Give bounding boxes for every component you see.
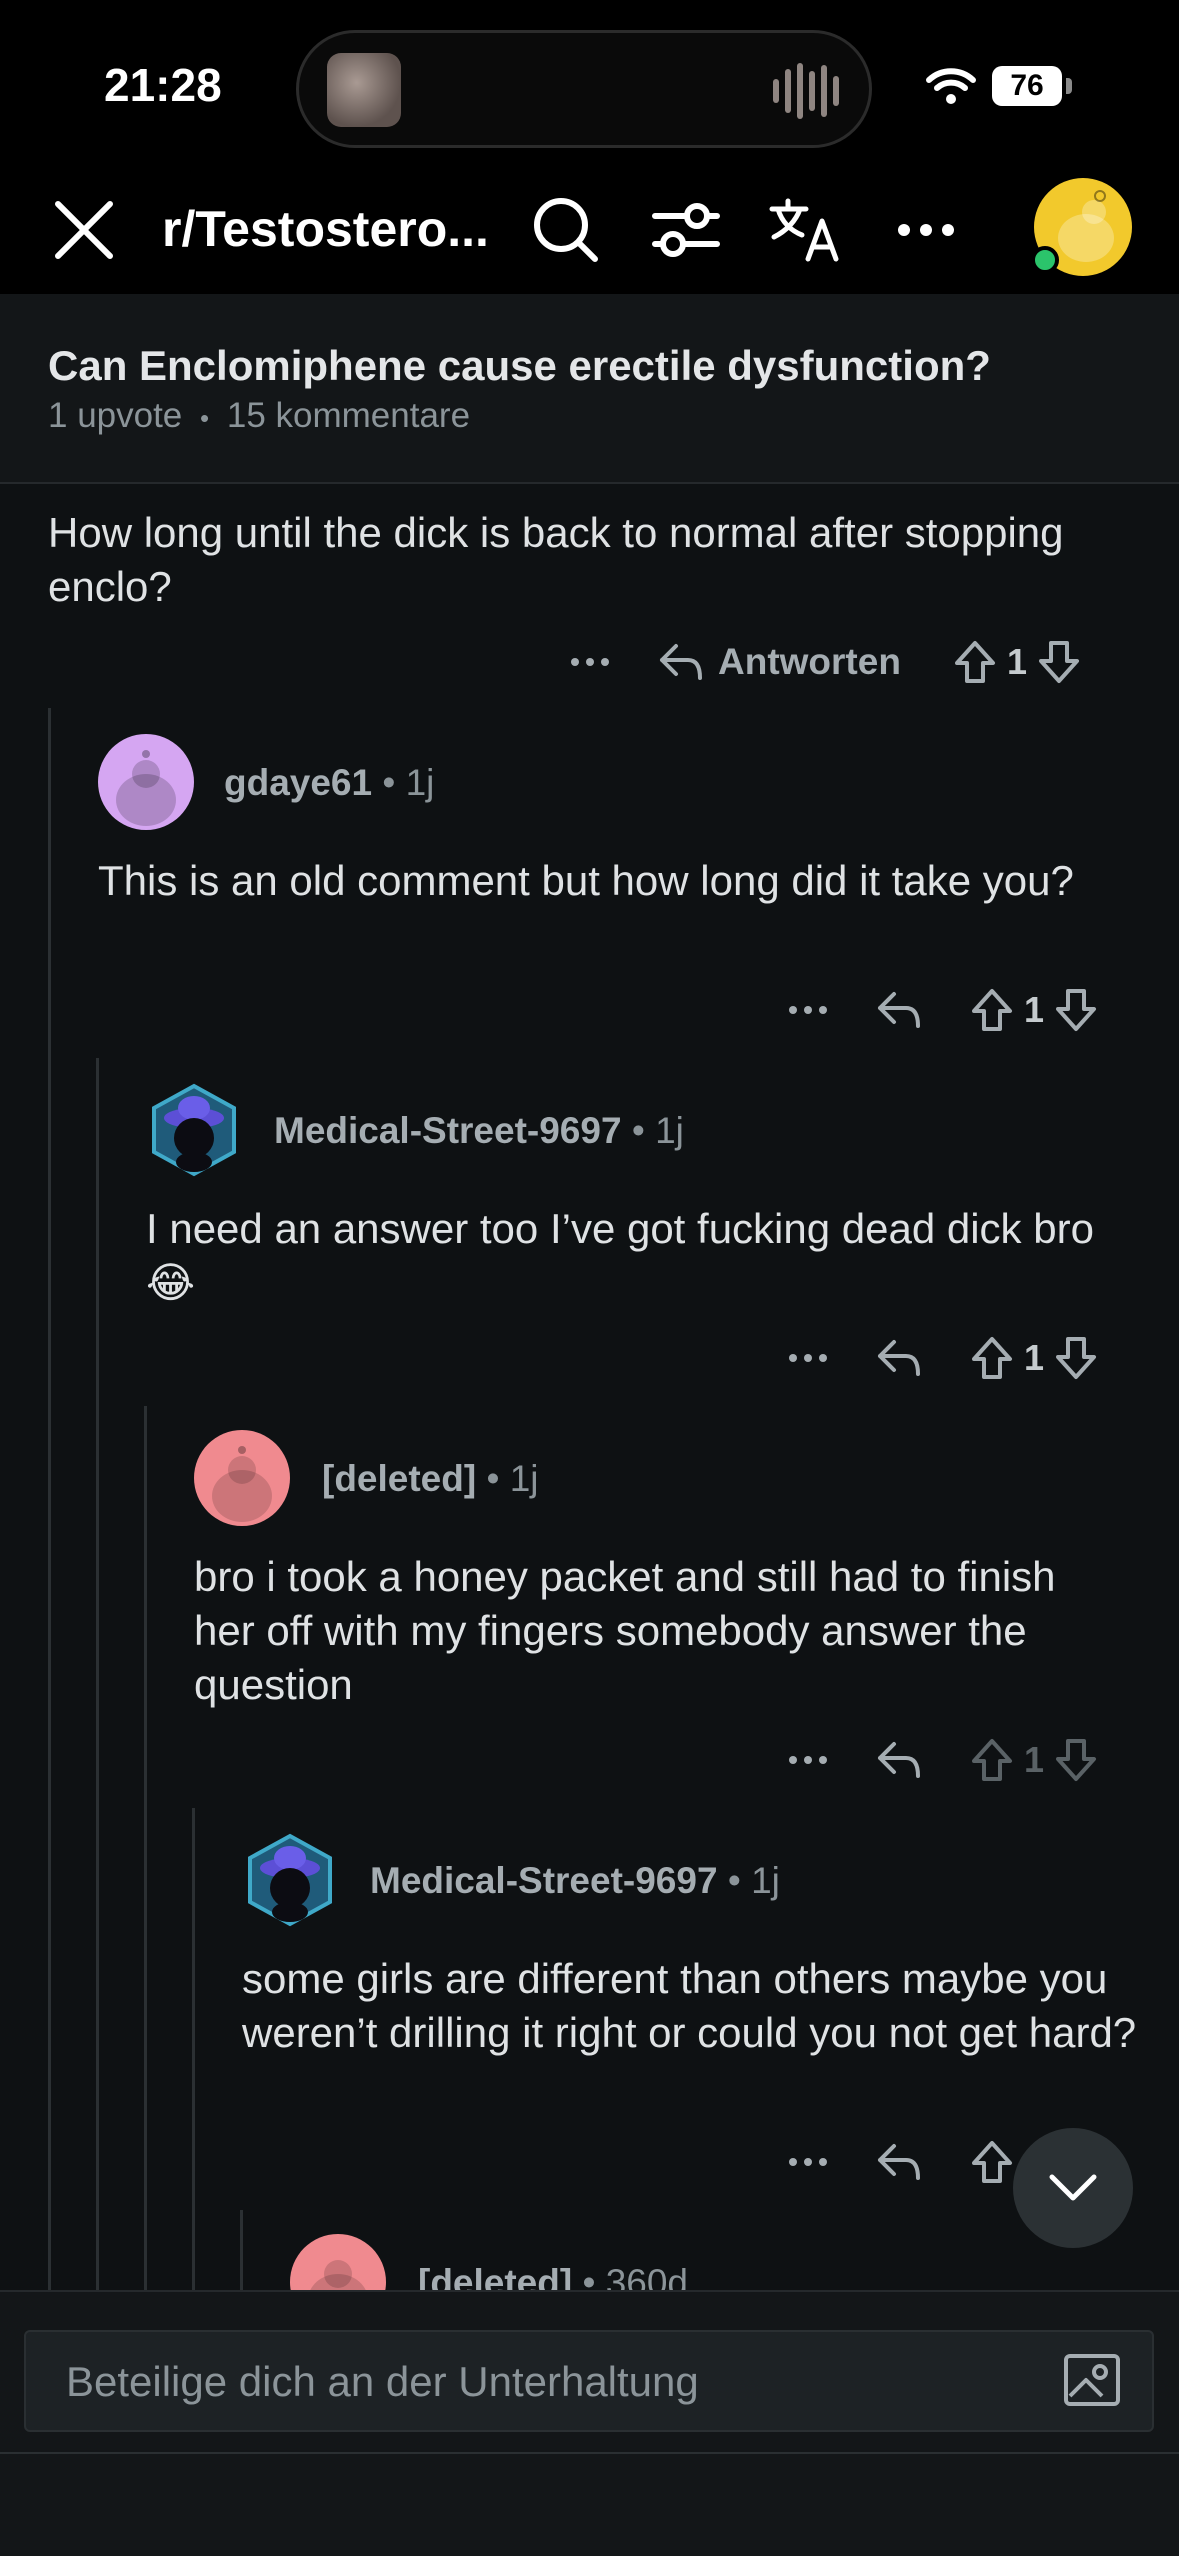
vote-count: 1	[1024, 989, 1045, 1030]
more-options-icon[interactable]	[780, 1755, 836, 1765]
vote-count: 1	[1006, 641, 1027, 682]
battery-indicator: 76	[992, 66, 1062, 106]
avatar[interactable]	[98, 734, 194, 830]
dynamic-island[interactable]	[296, 30, 872, 148]
comment-age: 1j	[509, 1458, 539, 1499]
thread-line[interactable]	[192, 1808, 195, 2290]
comment-author[interactable]: gdaye61 • 1j	[224, 762, 434, 804]
post-meta: 1 upvote • 15 kommentare	[48, 396, 470, 436]
comment-author: [deleted] • 1j	[322, 1458, 539, 1499]
comment-actions: 1	[780, 980, 1098, 1040]
reply-icon[interactable]	[876, 1338, 922, 1378]
more-options-icon[interactable]	[562, 657, 618, 667]
post-title: Can Enclomiphene cause erectile dysfunct…	[48, 342, 991, 389]
comment-body: I need an answer too I’ve got fucking de…	[146, 1205, 1094, 1306]
upvote-icon[interactable]	[970, 1335, 1014, 1381]
sort-filter-icon[interactable]	[646, 190, 726, 270]
reply-icon	[660, 644, 702, 680]
thread-line[interactable]	[48, 708, 51, 2290]
comment-input[interactable]: Beteilige dich an der Unterhaltung	[24, 2330, 1154, 2432]
more-options-icon[interactable]	[780, 1353, 836, 1363]
upvote-icon[interactable]	[970, 2139, 1014, 2185]
thread-line[interactable]	[96, 1058, 99, 2290]
comment-body: some girls are different than others may…	[242, 1955, 1137, 2056]
username[interactable]: gdaye61	[224, 762, 372, 803]
vote-count: 1	[1024, 1337, 1045, 1378]
downvote-icon[interactable]	[1054, 987, 1098, 1033]
avatar[interactable]	[242, 1832, 338, 1928]
reply-icon[interactable]	[876, 990, 922, 1030]
username: [deleted]	[322, 1458, 477, 1499]
more-options-icon[interactable]	[886, 190, 966, 270]
username[interactable]: Medical-Street-9697	[370, 1860, 718, 1901]
downvote-icon[interactable]	[1037, 639, 1081, 685]
audio-waveform-icon	[773, 63, 843, 119]
comment-body: This is an old comment but how long did …	[98, 857, 1074, 904]
upvote-count: 1 upvote	[48, 396, 183, 435]
wifi-icon	[926, 68, 976, 104]
comment-age: 1j	[405, 762, 435, 803]
thread-line[interactable]	[144, 1406, 147, 2290]
status-time: 21:28	[104, 59, 222, 111]
meta-separator: •	[200, 403, 210, 433]
translate-icon[interactable]	[766, 190, 846, 270]
comment-actions	[780, 2132, 1014, 2192]
avatar[interactable]	[146, 1082, 242, 1178]
scroll-to-next-button[interactable]	[1013, 2128, 1133, 2248]
username[interactable]: Medical-Street-9697	[274, 1110, 622, 1151]
vote-count: 1	[1024, 1739, 1045, 1780]
post-summary[interactable]: Can Enclomiphene cause erectile dysfunct…	[0, 294, 1179, 484]
battery-tip	[1066, 78, 1072, 94]
reply-icon[interactable]	[876, 1740, 922, 1780]
search-icon[interactable]	[526, 190, 606, 270]
reply-label: Antworten	[718, 641, 901, 682]
comment-input-placeholder: Beteilige dich an der Unterhaltung	[66, 2358, 699, 2405]
comment-age: 1j	[655, 1110, 684, 1151]
comment-actions: 1	[780, 1328, 1098, 1388]
more-options-icon[interactable]	[780, 2157, 836, 2167]
downvote-icon[interactable]	[1054, 1335, 1098, 1381]
avatar[interactable]	[194, 1430, 290, 1526]
upvote-icon[interactable]	[953, 639, 997, 685]
subreddit-title[interactable]: r/Testostero...	[162, 200, 512, 258]
comment-age: 1j	[751, 1860, 780, 1901]
top-nav-bar: r/Testostero...	[0, 170, 1179, 294]
comment-composer-bar: Beteilige dich an der Unterhaltung	[0, 2290, 1179, 2556]
comment-actions: 1	[780, 1730, 1098, 1790]
chevron-down-icon	[1049, 2174, 1097, 2201]
reply-button[interactable]: Antworten	[658, 641, 901, 683]
comment-author[interactable]: Medical-Street-9697 • 1j	[370, 1860, 780, 1902]
upvote-icon	[970, 1737, 1014, 1783]
more-options-icon[interactable]	[780, 1005, 836, 1015]
online-status-dot	[1031, 246, 1059, 274]
comment-count: 15 kommentare	[226, 396, 471, 435]
comment-actions: Antworten 1	[562, 632, 1081, 692]
close-icon[interactable]	[44, 190, 124, 270]
image-upload-icon[interactable]	[1062, 2350, 1122, 2410]
now-playing-thumbnail	[327, 53, 401, 127]
comment-body: How long until the dick is back to norma…	[48, 509, 1064, 610]
upvote-icon[interactable]	[970, 987, 1014, 1033]
reply-icon[interactable]	[876, 2142, 922, 2182]
divider	[0, 2452, 1179, 2454]
comment-author[interactable]: Medical-Street-9697 • 1j	[274, 1110, 684, 1152]
thread-line[interactable]	[240, 2210, 243, 2290]
downvote-icon	[1054, 1737, 1098, 1783]
status-bar: 21:28 76	[0, 0, 1179, 170]
comment-body: bro i took a honey packet and still had …	[194, 1553, 1056, 1708]
